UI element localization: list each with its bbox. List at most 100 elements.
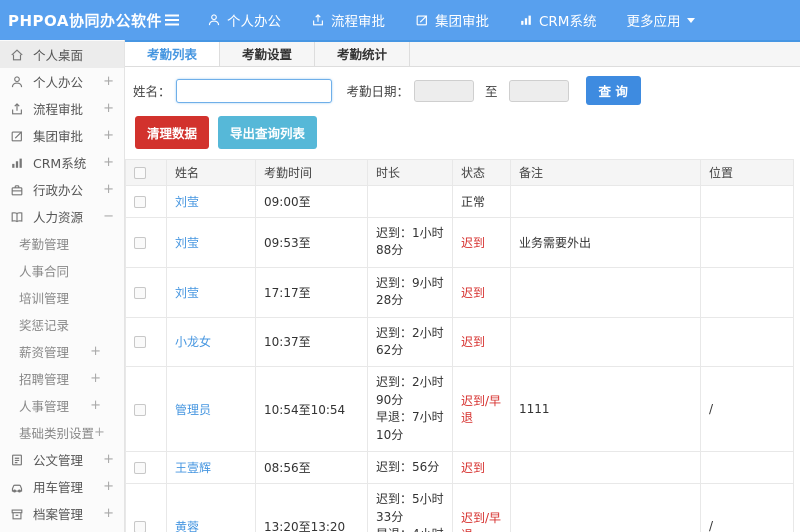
- search-form: 姓名： 考勤日期： 至 查 询: [125, 67, 800, 113]
- sidebar-item-basic-category-settings[interactable]: 基础类别设置 +: [0, 419, 124, 446]
- expand-plus-icon[interactable]: +: [90, 399, 101, 412]
- status-text: 迟到: [461, 235, 486, 250]
- sidebar-item-group-approval[interactable]: 集团审批 +: [0, 122, 124, 149]
- row-checkbox[interactable]: [134, 336, 146, 349]
- table-row: 管理员 10:54至10:54 迟到：2小时90分 早退：7小时10分 迟到/早退 111…: [125, 366, 794, 452]
- sidebar-item-workflow-approval[interactable]: 流程审批 +: [0, 95, 124, 122]
- name-input[interactable]: [175, 78, 332, 103]
- sidebar-item-label: 人力资源: [33, 210, 84, 225]
- sidebar-item-crm-system[interactable]: CRM系统 +: [0, 149, 124, 176]
- sidebar-item-recruitment-management[interactable]: 招聘管理 +: [0, 365, 124, 392]
- employee-name-link[interactable]: 刘莹: [175, 286, 199, 300]
- row-checkbox[interactable]: [134, 236, 146, 249]
- early-leave-duration-text: 早退：7小时10分: [376, 410, 444, 442]
- export-list-button[interactable]: 导出查询列表: [218, 116, 318, 149]
- sidebar-item-project-management[interactable]: 项目管理+: [0, 527, 124, 532]
- row-checkbox[interactable]: [134, 286, 146, 299]
- sidebar-item-label: 个人桌面: [33, 48, 84, 63]
- expand-plus-icon[interactable]: +: [103, 507, 114, 520]
- employee-name-link[interactable]: 刘莹: [175, 236, 199, 250]
- tab-attendance-settings[interactable]: 考勤设置: [220, 42, 315, 66]
- attendance-time-cell: 10:37至: [255, 316, 368, 368]
- name-cell: 王壹辉: [166, 450, 256, 485]
- sidebar-item-label: 人事管理: [19, 399, 70, 414]
- sidebar-item-personal-desktop[interactable]: 个人桌面: [0, 41, 124, 68]
- expand-plus-icon[interactable]: +: [103, 183, 114, 196]
- nav-item-workflow-approval[interactable]: 流程审批: [311, 10, 385, 30]
- main-layout: 个人桌面 个人办公 + 流程审批 + 集团审批 + CRM系统 + 行政办公 + 人力资源 − 考勤管理人…: [0, 40, 800, 532]
- expand-plus-icon[interactable]: +: [90, 345, 101, 358]
- late-duration-text: 迟到：5小时33分: [376, 492, 444, 524]
- employee-name-link[interactable]: 刘莹: [175, 195, 199, 209]
- location-cell: /: [700, 366, 794, 452]
- sidebar-item-human-resources[interactable]: 人力资源 −: [0, 203, 124, 230]
- sidebar-item-label: 人事合同: [19, 264, 70, 279]
- expand-plus-icon[interactable]: +: [90, 372, 101, 385]
- sidebar-item-document-management[interactable]: 公文管理 +: [0, 446, 124, 473]
- sidebar-item-personal-office[interactable]: 个人办公 +: [0, 68, 124, 95]
- date-from-input[interactable]: [414, 79, 475, 102]
- sidebar-item-attendance-management[interactable]: 考勤管理: [0, 230, 124, 257]
- sidebar-item-label: 招聘管理: [19, 372, 70, 387]
- sidebar-item-reward-punishment-records[interactable]: 奖惩记录: [0, 311, 124, 338]
- sidebar-item-training-management[interactable]: 培训管理: [0, 284, 124, 311]
- late-duration-text: 迟到：56分: [376, 459, 440, 474]
- app-window: PHPOA协同办公软件 个人办公 流程审批 集团审批 CRM系统 更多应用 个人桌面 个人…: [0, 0, 800, 532]
- nav-item-label: 流程审批: [331, 14, 385, 30]
- employee-name-link[interactable]: 王壹辉: [175, 461, 211, 475]
- employee-name-link[interactable]: 管理员: [175, 403, 211, 417]
- tab-bar: 考勤列表 考勤设置 考勤统计: [125, 42, 800, 67]
- book-icon: [10, 210, 25, 224]
- sidebar-item-label: 基础类别设置: [19, 426, 95, 441]
- edit-icon: [10, 129, 25, 143]
- sidebar-item-admin-office[interactable]: 行政办公 +: [0, 176, 124, 203]
- status-text: 迟到: [461, 335, 486, 350]
- tab-attendance-statistics[interactable]: 考勤统计: [315, 42, 410, 66]
- nav-item-personal-office[interactable]: 个人办公: [207, 10, 281, 30]
- name-cell: 刘莹: [166, 266, 256, 318]
- sidebar-item-salary-management[interactable]: 薪资管理 +: [0, 338, 124, 365]
- expand-plus-icon[interactable]: +: [103, 102, 114, 115]
- nav-item-crm-system[interactable]: CRM系统: [519, 10, 596, 30]
- user-icon: [207, 13, 221, 27]
- sidebar-item-archive-management[interactable]: 档案管理 +: [0, 500, 124, 527]
- row-checkbox[interactable]: [134, 462, 146, 475]
- nav-item-more-apps[interactable]: 更多应用: [626, 10, 696, 30]
- select-all-checkbox[interactable]: [134, 167, 146, 179]
- name-cell: 刘莹: [166, 217, 256, 268]
- clear-data-button[interactable]: 清理数据: [135, 116, 210, 149]
- expand-plus-icon[interactable]: +: [94, 426, 105, 439]
- menu-toggle-icon[interactable]: [163, 13, 181, 27]
- location-cell: [700, 217, 794, 268]
- employee-name-link[interactable]: 小龙女: [175, 335, 211, 349]
- expand-plus-icon[interactable]: +: [103, 129, 114, 142]
- attendance-time-cell: 08:56至: [255, 450, 368, 485]
- expand-plus-icon[interactable]: +: [103, 75, 114, 88]
- sidebar-item-vehicle-management[interactable]: 用车管理 +: [0, 473, 124, 500]
- nav-item-group-approval[interactable]: 集团审批: [415, 10, 489, 30]
- sidebar-item-personnel-management[interactable]: 人事管理 +: [0, 392, 124, 419]
- date-to-input[interactable]: [508, 79, 569, 102]
- expand-plus-icon[interactable]: +: [103, 480, 114, 493]
- table-row: 刘莹 17:17至 迟到：9小时28分 迟到: [125, 266, 794, 318]
- collapse-minus-icon[interactable]: −: [103, 210, 114, 223]
- attendance-time-cell: 17:17至: [255, 266, 368, 318]
- row-checkbox[interactable]: [134, 196, 146, 208]
- sidebar-item-label: CRM系统: [33, 156, 87, 171]
- chart-icon: [519, 13, 533, 27]
- row-checkbox[interactable]: [134, 520, 146, 532]
- column-header-0: 姓名: [166, 159, 256, 186]
- sidebar-item-label: 培训管理: [19, 291, 70, 306]
- row-checkbox[interactable]: [134, 403, 146, 416]
- expand-plus-icon[interactable]: +: [103, 156, 114, 169]
- column-header-3: 状态: [452, 159, 511, 186]
- employee-name-link[interactable]: 黄蓉: [175, 520, 199, 532]
- note-cell: [510, 185, 701, 218]
- search-button[interactable]: 查 询: [585, 76, 641, 105]
- sidebar-item-personnel-contract[interactable]: 人事合同: [0, 257, 124, 284]
- tab-attendance-list[interactable]: 考勤列表: [125, 42, 220, 66]
- expand-plus-icon[interactable]: +: [103, 453, 114, 466]
- table-row: 刘莹 09:00至 正常: [125, 185, 794, 218]
- sidebar-item-label: 考勤管理: [19, 237, 70, 252]
- location-cell: [700, 316, 794, 368]
